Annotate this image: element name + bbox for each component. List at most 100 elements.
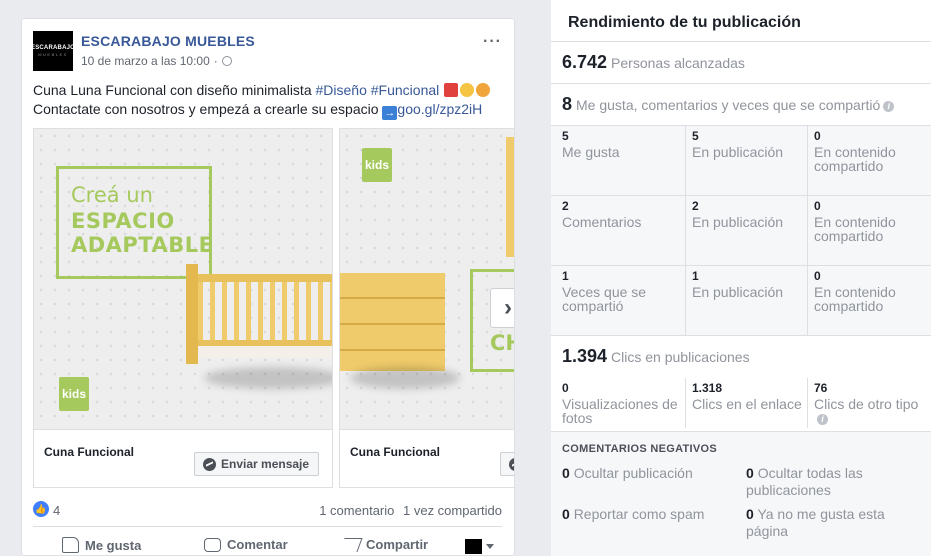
- carousel-card-title[interactable]: Cuna Funcional: [44, 445, 134, 459]
- carousel-next-button[interactable]: ›: [490, 288, 514, 328]
- floor-shadow: [350, 367, 460, 389]
- like-reaction-icon[interactable]: 👍: [33, 501, 49, 517]
- clicks-label: Clics en publicaciones: [611, 349, 750, 365]
- reach-value: 6.742: [562, 52, 608, 72]
- send-message-button[interactable]: [500, 452, 514, 476]
- separator-dot: ·: [213, 54, 218, 68]
- info-icon[interactable]: i: [883, 101, 895, 112]
- messenger-icon: [509, 457, 514, 471]
- shares-post-label: En publicación: [692, 284, 784, 300]
- send-message-button[interactable]: Enviar mensaje: [194, 452, 319, 476]
- negative-report-spam: 0 Reportar como spam: [562, 506, 737, 523]
- info-icon[interactable]: i: [817, 414, 828, 425]
- post-card: ESCARABAJO MUEBLES ESCARABAJO MUEBLES 10…: [21, 18, 515, 556]
- carousel-card-footer: Cuna Funcional: [340, 429, 514, 487]
- shares-shared-label: En contenido compartido: [814, 284, 896, 314]
- engagement-value: 8: [562, 94, 573, 114]
- comments-shared-value: 0: [814, 199, 821, 213]
- link-clicks-value: 1.318: [692, 381, 723, 395]
- cell-total: 1 Veces que se compartió: [562, 266, 680, 336]
- cell-on-post: 5 En publicación: [685, 126, 803, 196]
- kids-logo: kids: [362, 148, 392, 182]
- report-spam-label: Reportar como spam: [573, 506, 705, 522]
- creative-headline-3: ADAPTABLE: [71, 233, 214, 257]
- carousel-image[interactable]: kids CH: [340, 129, 514, 429]
- shares-breakdown-row: 1 Veces que se compartió 1 En publicación …: [551, 266, 931, 336]
- shares-post-value: 1: [692, 269, 699, 283]
- comments-shared-label: En contenido compartido: [814, 214, 896, 244]
- arrow-right-icon: →: [382, 106, 398, 120]
- globe-icon: [221, 56, 232, 66]
- like-button[interactable]: Me gusta: [62, 537, 141, 553]
- share-count-link[interactable]: 1 vez compartido: [403, 503, 502, 518]
- photo-views-label: Visualizaciones de fotos: [562, 396, 678, 426]
- likes-shared-value: 0: [814, 129, 821, 143]
- reach-row: 6.742 Personas alcanzadas: [551, 42, 931, 84]
- hide-all-value: 0: [746, 465, 754, 481]
- creative-headline-2: ESPACIO: [71, 209, 175, 233]
- hashtag-funcional[interactable]: #Funcional: [371, 82, 440, 98]
- post-timestamp[interactable]: 10 de marzo a las 10:00: [81, 54, 210, 68]
- unlike-page-label: Ya no me gusta esta página: [746, 506, 885, 539]
- shares-shared-value: 0: [814, 269, 821, 283]
- carousel-card-title[interactable]: Cuna Funcional: [350, 445, 440, 459]
- crib-emoji-icon: [444, 83, 459, 97]
- comment-count-link[interactable]: 1 comentario: [319, 503, 394, 518]
- post-link[interactable]: goo.gl/zpz2iH: [397, 101, 482, 117]
- negative-feedback-title: COMENTARIOS NEGATIVOS: [562, 443, 718, 455]
- divider: [33, 526, 502, 527]
- dresser-illustration: [340, 273, 445, 371]
- page-name-link[interactable]: ESCARABAJO MUEBLES: [81, 33, 255, 49]
- cell-total: 5 Me gusta: [562, 126, 680, 196]
- carousel-card[interactable]: kids CH Cuna Funcional: [339, 128, 514, 488]
- messenger-icon: [203, 457, 216, 471]
- negative-unlike-page: 0 Ya no me gusta esta página: [746, 506, 926, 540]
- cell-shared: 0 En contenido compartido: [807, 266, 927, 336]
- send-message-label: Enviar mensaje: [221, 457, 310, 471]
- baby-emoji-icon: [460, 83, 475, 97]
- hashtag-diseno[interactable]: #Diseño: [316, 82, 367, 98]
- comments-total-value: 2: [562, 199, 569, 213]
- page-mini-avatar: [465, 539, 482, 554]
- creative-partial-text: CH: [490, 331, 514, 355]
- like-count[interactable]: 4: [53, 503, 60, 518]
- cell-photo-views: 0 Visualizaciones de fotos: [562, 378, 680, 428]
- shares-total-value: 1: [562, 269, 569, 283]
- other-clicks-value: 76: [814, 381, 828, 395]
- page-logo-text: ESCARABAJO: [31, 45, 76, 51]
- carousel-card-footer: Cuna Funcional Enviar mensaje: [34, 429, 332, 487]
- post-text-line2: Contactate con nosotros y empezá a crear…: [33, 101, 383, 117]
- carousel-image[interactable]: Creá un ESPACIO ADAPTABLE kids: [34, 129, 332, 429]
- post-message: Cuna Luna Funcional con diseño minimalis…: [33, 81, 513, 120]
- like-button-label: Me gusta: [85, 537, 142, 553]
- furniture-edge: [506, 137, 514, 257]
- page-avatar[interactable]: ESCARABAJO MUEBLES: [31, 31, 76, 71]
- negative-hide-post: 0 Ocultar publicación: [562, 465, 737, 482]
- cell-shared: 0 En contenido compartido: [807, 196, 927, 266]
- cell-total: 2 Comentarios: [562, 196, 680, 266]
- post-meta: 10 de marzo a las 10:00 ·: [81, 54, 232, 68]
- comments-breakdown-row: 2 Comentarios 2 En publicación 0 En conteni…: [551, 196, 931, 266]
- likes-breakdown-row: 5 Me gusta 5 En publicación 0 En contenido …: [551, 126, 931, 196]
- cell-other-clicks: 76 Clics de otro tipo i: [807, 378, 927, 428]
- likes-post-label: En publicación: [692, 144, 784, 160]
- share-button-label: Compartir: [366, 537, 429, 552]
- panel-title: Rendimiento de tu publicación: [568, 14, 801, 31]
- caret-down-icon: [486, 544, 494, 549]
- likes-post-value: 5: [692, 129, 699, 143]
- share-button[interactable]: Compartir: [339, 537, 429, 552]
- page-logo-subtext: MUEBLES: [38, 52, 68, 57]
- likes-shared-label: En contenido compartido: [814, 144, 896, 174]
- carousel-card[interactable]: Creá un ESPACIO ADAPTABLE kids Cuna Func…: [33, 128, 333, 488]
- comment-button[interactable]: Comentar: [204, 537, 288, 552]
- more-options-icon[interactable]: ···: [483, 33, 502, 51]
- unlike-page-value: 0: [746, 506, 754, 522]
- photo-views-value: 0: [562, 381, 569, 395]
- cell-link-clicks: 1.318 Clics en el enlace: [685, 378, 803, 428]
- kids-logo: kids: [59, 377, 89, 411]
- other-clicks-label: Clics de otro tipo i: [814, 397, 927, 425]
- cell-shared: 0 En contenido compartido: [807, 126, 927, 196]
- post-as-page-selector[interactable]: [465, 539, 494, 554]
- hide-post-value: 0: [562, 465, 570, 481]
- shares-total-label: Veces que se compartió: [562, 284, 647, 314]
